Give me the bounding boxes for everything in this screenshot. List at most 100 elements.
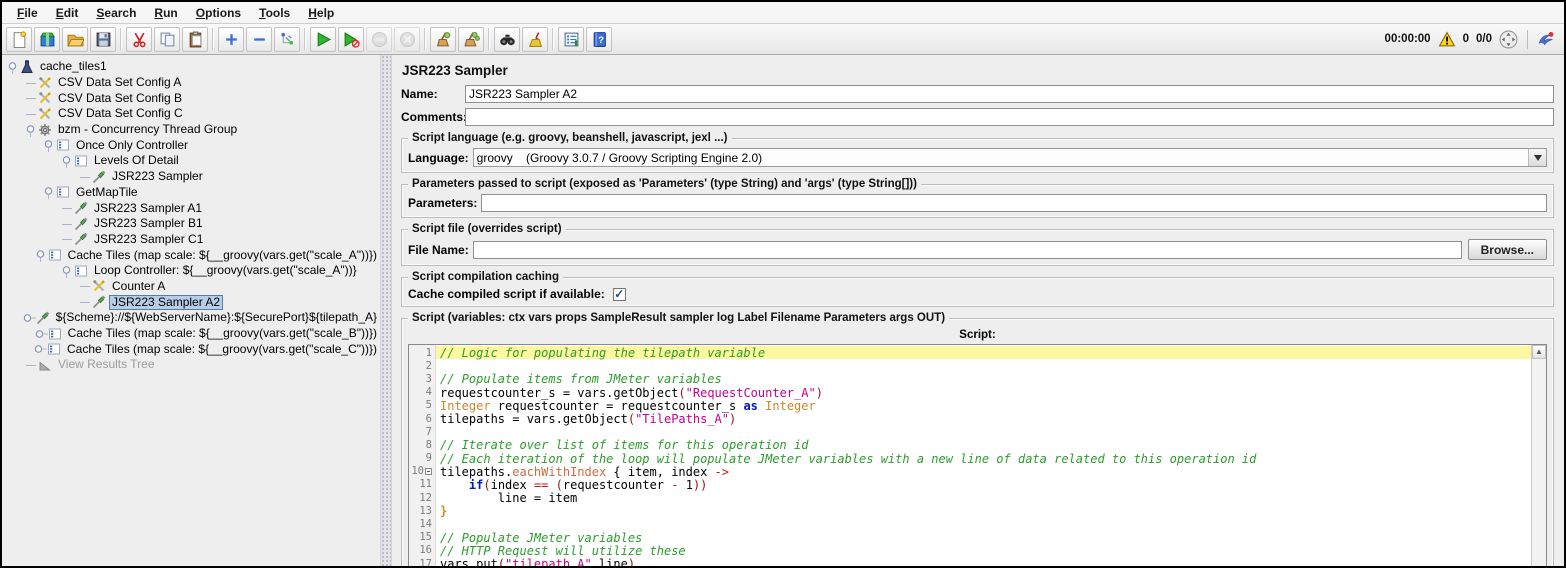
name-input[interactable] — [465, 85, 1554, 103]
paste-icon[interactable] — [182, 26, 208, 52]
comments-input[interactable] — [465, 108, 1554, 126]
collapse-all-icon[interactable] — [246, 26, 272, 52]
collapse-node-icon[interactable] — [25, 123, 38, 137]
code-area[interactable]: // Logic for populating the tilepath var… — [436, 345, 1531, 566]
collapse-node-icon[interactable] — [35, 248, 48, 263]
clear-icon[interactable] — [430, 26, 456, 52]
collapse-node-icon[interactable] — [61, 264, 74, 278]
menu-search[interactable]: Search — [87, 4, 145, 22]
file-name-input[interactable] — [472, 240, 1462, 259]
tree-item[interactable]: CSV Data Set Config C — [7, 106, 380, 122]
code-line[interactable]: // Logic for populating the tilepath var… — [436, 346, 1531, 360]
code-line[interactable]: if(index == (requestcounter - 1)) — [436, 478, 1531, 492]
tree-item[interactable]: Cache Tiles (map scale: ${__groovy(vars.… — [7, 326, 380, 342]
tree-item[interactable]: JSR223 Sampler A2 — [7, 294, 380, 310]
crosshair-icon[interactable] — [1499, 30, 1518, 49]
language-dropdown[interactable]: groovy (Groovy 3.0.7 / Groovy Scripting … — [472, 148, 1547, 167]
code-line[interactable]: // Populate items from JMeter variables — [436, 372, 1531, 386]
code-line[interactable]: requestcounter_s = vars.getObject("Reque… — [436, 386, 1531, 400]
controller-icon — [48, 248, 65, 262]
start-no-pauses-icon[interactable] — [338, 26, 364, 52]
tree-item[interactable]: View Results Tree — [7, 357, 380, 373]
save-icon[interactable] — [90, 26, 116, 52]
menu-options[interactable]: Options — [187, 4, 250, 22]
toggle-icon[interactable] — [274, 26, 300, 52]
tree-item[interactable]: Once Only Controller — [7, 137, 380, 153]
expand-node-icon[interactable] — [35, 327, 48, 341]
cache-compiled-checkbox[interactable]: ✓ — [612, 287, 626, 301]
menu-run[interactable]: Run — [145, 4, 186, 22]
tree-item[interactable]: GetMapTile — [7, 185, 380, 201]
tree-item[interactable]: Cache Tiles (map scale: ${__groovy(vars.… — [7, 247, 380, 263]
code-line[interactable] — [436, 425, 1531, 438]
tree-item[interactable]: cache_tiles1 — [7, 59, 380, 75]
tree-item[interactable]: Counter A — [7, 279, 380, 295]
tree-item[interactable]: JSR223 Sampler — [7, 169, 380, 185]
tree-item[interactable]: bzm - Concurrency Thread Group — [7, 122, 380, 138]
tree-item[interactable]: Levels Of Detail — [7, 153, 380, 169]
fold-toggle-icon[interactable] — [425, 467, 432, 475]
code-line[interactable]: tilepaths.eachWithIndex { item, index -> — [436, 465, 1531, 479]
collapse-node-icon[interactable] — [43, 185, 56, 200]
tree-item[interactable]: CSV Data Set Config A — [7, 75, 380, 91]
tree-item[interactable]: Cache Tiles (map scale: ${__groovy(vars.… — [7, 341, 380, 357]
tree-item[interactable]: JSR223 Sampler A1 — [7, 200, 380, 216]
script-editor[interactable]: 12345678910111213141516171819 // Logic f… — [408, 344, 1547, 566]
expand-all-icon[interactable] — [218, 26, 244, 52]
chevron-down-icon[interactable] — [1528, 149, 1546, 166]
collapse-node-icon[interactable] — [61, 154, 74, 168]
code-line[interactable]: } — [436, 504, 1531, 518]
tree-item[interactable]: JSR223 Sampler C1 — [7, 232, 380, 248]
tree-connector — [79, 295, 92, 309]
tree-item[interactable]: Loop Controller: ${__groovy(vars.get("sc… — [7, 263, 380, 279]
menu-help[interactable]: Help — [299, 4, 343, 22]
tree-item-label: GetMapTile — [76, 184, 138, 199]
menu-tools[interactable]: Tools — [250, 4, 299, 22]
search-reset-icon[interactable] — [522, 26, 548, 52]
menu-file[interactable]: File — [8, 4, 47, 22]
parameters-input[interactable] — [481, 194, 1547, 212]
scroll-up-icon[interactable]: ▲ — [1532, 345, 1546, 359]
expand-node-icon[interactable] — [34, 342, 48, 356]
panel-splitter[interactable] — [380, 55, 392, 566]
open-icon[interactable] — [62, 26, 88, 52]
code-line[interactable] — [436, 517, 1531, 530]
code-line[interactable]: // HTTP Request will utilize these — [436, 544, 1531, 558]
code-line[interactable]: tilepaths = vars.getObject("TilePaths_A"… — [436, 412, 1531, 426]
line-number: 15 — [419, 531, 432, 544]
menu-edit[interactable]: Edit — [47, 4, 88, 22]
editor-scrollbar[interactable]: ▲ ▼ — [1531, 345, 1546, 566]
cut-icon[interactable] — [126, 26, 152, 52]
line-number: 6 — [425, 412, 432, 425]
code-line[interactable]: Integer requestcounter = requestcounter_… — [436, 399, 1531, 413]
collapse-node-icon[interactable] — [43, 138, 56, 153]
code-line[interactable]: line = item — [436, 491, 1531, 505]
tree-item[interactable]: CSV Data Set Config B — [7, 90, 380, 106]
browse-button[interactable]: Browse... — [1467, 239, 1547, 260]
tree-item[interactable]: ${Scheme}://${WebServerName}:${SecurePor… — [7, 310, 380, 326]
code-line[interactable]: vars.put("tilepath_A",line) — [436, 557, 1531, 566]
tree-connector — [25, 358, 38, 372]
code-line[interactable]: // Each iteration of the loop will popul… — [436, 452, 1531, 466]
toolbar-separator — [420, 24, 430, 54]
new-file-icon[interactable] — [6, 26, 32, 52]
clear-all-icon[interactable] — [458, 26, 484, 52]
warning-icon[interactable] — [1438, 31, 1456, 48]
sampler-icon — [74, 232, 91, 246]
code-line[interactable]: // Iterate over list of items for this o… — [436, 438, 1531, 452]
templates-icon[interactable] — [34, 26, 60, 52]
search-icon[interactable] — [494, 26, 520, 52]
shutdown-icon[interactable] — [394, 26, 420, 52]
line-number: 5 — [425, 399, 432, 412]
tree-item-label: View Results Tree — [58, 357, 155, 372]
collapse-node-icon[interactable] — [7, 60, 20, 74]
function-helper-icon[interactable] — [558, 26, 584, 52]
stop-icon[interactable] — [366, 26, 392, 52]
start-icon[interactable] — [310, 26, 336, 52]
copy-icon[interactable] — [154, 26, 180, 52]
expand-node-icon[interactable] — [23, 311, 36, 325]
tree-item[interactable]: JSR223 Sampler B1 — [7, 216, 380, 232]
code-line[interactable] — [436, 359, 1531, 372]
help-icon[interactable]: ? — [586, 26, 612, 52]
code-line[interactable]: // Populate JMeter variables — [436, 531, 1531, 545]
